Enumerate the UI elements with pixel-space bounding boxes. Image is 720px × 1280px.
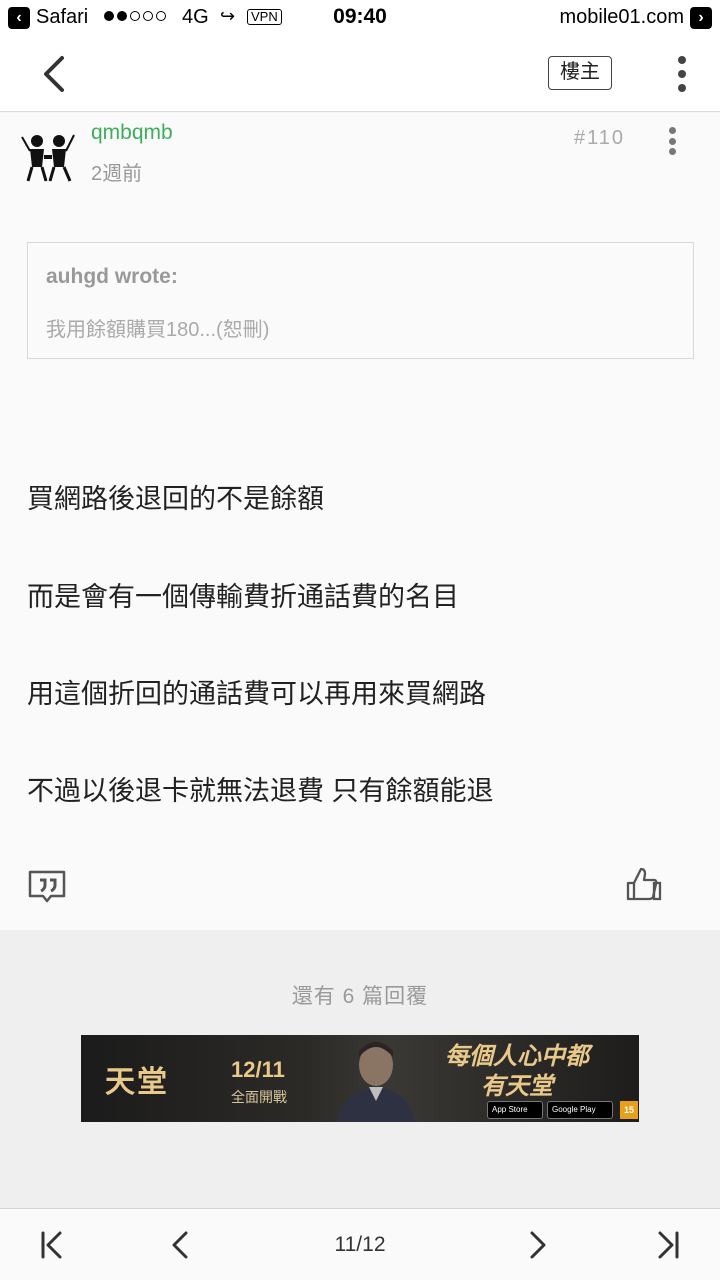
ad-person-image: [337, 1042, 415, 1122]
quote-reply-icon[interactable]: [27, 869, 67, 903]
page-indicator: 11/12: [334, 1233, 386, 1256]
more-replies-section: 還有 6 篇回覆 天堂 12/11 全面開戰 每個人心中都有天堂 App Sto…: [0, 930, 720, 1208]
forward-to-site[interactable]: mobile01.com ›: [559, 6, 712, 29]
quote-block: auhgd wrote: 我用餘額購買180...(恕刪): [27, 242, 694, 359]
ad-subtitle: 全面開戰: [231, 1089, 287, 1105]
like-icon[interactable]: [624, 865, 662, 903]
back-icon[interactable]: [36, 54, 76, 94]
ad-slogan: 每個人心中都有天堂: [445, 1041, 589, 1100]
post: qmbqmb 2週前 #110 auhgd wrote: 我用餘額購買180..…: [0, 113, 720, 930]
post-floor-number: #110: [574, 127, 626, 149]
post-body-line: 用這個折回的通話費可以再用來買網路: [27, 679, 486, 709]
op-only-button[interactable]: 樓主: [548, 56, 612, 90]
next-page-icon[interactable]: [519, 1227, 555, 1263]
google-play-badge[interactable]: Google Play: [547, 1101, 613, 1119]
ad-banner[interactable]: 天堂 12/11 全面開戰 每個人心中都有天堂 App Store Google…: [81, 1035, 639, 1122]
ad-date: 12/11: [231, 1057, 285, 1082]
nav-bar: 樓主: [0, 36, 720, 112]
pager-toolbar: 11/12: [0, 1208, 720, 1280]
last-page-icon[interactable]: [650, 1227, 686, 1263]
post-body-line: 買網路後退回的不是餘額: [27, 484, 324, 514]
post-body-line: 而是會有一個傳輸費折通話費的名目: [27, 582, 459, 612]
more-options-icon[interactable]: [674, 56, 690, 92]
ad-title: 天堂: [105, 1065, 169, 1100]
post-time: 2週前: [91, 163, 143, 185]
quote-author: auhgd wrote:: [46, 265, 178, 288]
host-label: mobile01.com: [559, 6, 684, 28]
app-store-badge[interactable]: App Store: [487, 1101, 543, 1119]
post-username[interactable]: qmbqmb: [91, 121, 173, 145]
post-more-icon[interactable]: [666, 127, 678, 155]
post-body-line: 不過以後退卡就無法退費 只有餘額能退: [27, 776, 494, 806]
avatar[interactable]: [20, 127, 76, 183]
more-replies-link[interactable]: 還有 6 篇回覆: [0, 980, 720, 1010]
age-rating-badge: 15: [620, 1101, 638, 1119]
status-bar: ‹ Safari 4G ↪ VPN 09:40 mobile01.com ›: [0, 0, 720, 36]
forward-chevron-icon: ›: [690, 6, 712, 29]
quote-text: 我用餘額購買180...(恕刪): [46, 319, 270, 341]
